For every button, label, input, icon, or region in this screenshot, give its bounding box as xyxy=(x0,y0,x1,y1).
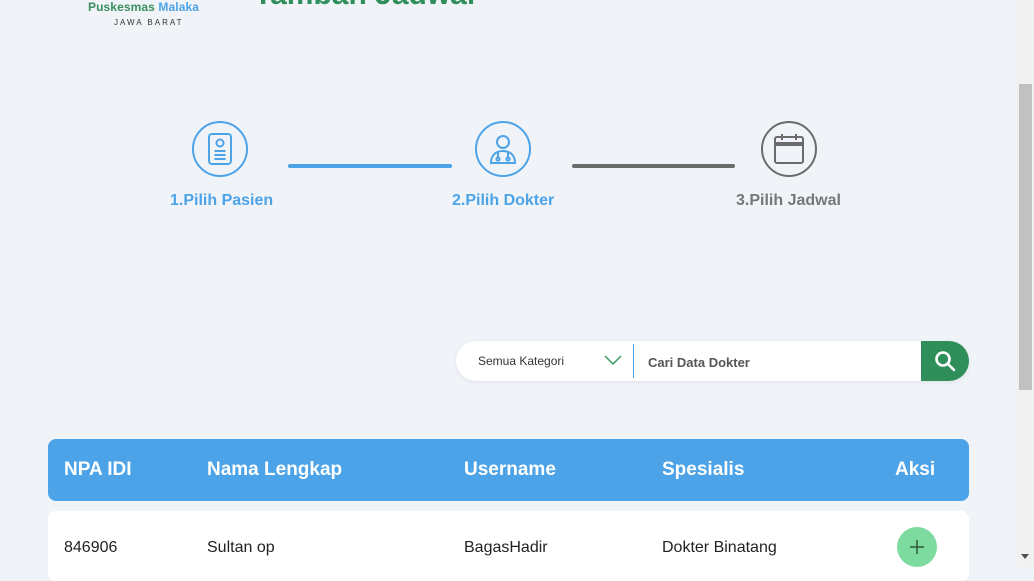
scroll-down-arrow-icon[interactable] xyxy=(1021,554,1029,559)
logo-name-green: Puskesmas xyxy=(88,0,155,14)
step-2-circle xyxy=(475,121,531,177)
page-title: Tambah Jadwal xyxy=(254,0,475,8)
search-bar: Semua Kategori xyxy=(456,341,969,381)
calendar-icon xyxy=(774,134,804,164)
plus-icon xyxy=(910,540,924,554)
search-input[interactable] xyxy=(646,349,920,375)
scrollbar-thumb[interactable] xyxy=(1019,84,1032,390)
cell-spesialis: Dokter Binatang xyxy=(662,539,777,556)
step-3-circle xyxy=(761,121,817,177)
step-2-label: 2.Pilih Dokter xyxy=(452,192,555,209)
table-header: NPA IDI Nama Lengkap Username Spesialis … xyxy=(48,439,969,501)
search-icon xyxy=(935,351,956,372)
table-row: 846906 Sultan op BagasHadir Dokter Binat… xyxy=(48,511,969,581)
logo-name-blue: Malaka xyxy=(158,0,200,14)
step-connector-1 xyxy=(288,164,452,168)
category-select[interactable]: Semua Kategori xyxy=(478,354,564,368)
column-header-aksi: Aksi xyxy=(895,459,936,480)
cell-npa: 846906 xyxy=(64,539,118,556)
column-header-nama: Nama Lengkap xyxy=(207,459,343,480)
cell-username: BagasHadir xyxy=(464,539,548,556)
doctor-icon xyxy=(489,135,517,164)
logo-subtitle: JAWA BARAT xyxy=(114,18,184,27)
chevron-down-icon[interactable] xyxy=(603,353,623,367)
step-connector-2 xyxy=(572,164,735,168)
step-1-label: 1.Pilih Pasien xyxy=(170,192,274,209)
logo-name: Puskesmas Malaka xyxy=(88,0,199,14)
cell-nama: Sultan op xyxy=(207,539,275,556)
column-header-username: Username xyxy=(464,459,556,480)
column-header-spesialis: Spesialis xyxy=(662,459,745,480)
search-button[interactable] xyxy=(921,341,969,381)
page-title-container: Tambah Jadwal xyxy=(254,0,475,8)
search-divider xyxy=(633,344,634,378)
patient-card-icon xyxy=(208,133,232,165)
column-header-npa: NPA IDI xyxy=(64,459,132,480)
step-1-circle xyxy=(192,121,248,177)
step-3-label: 3.Pilih Jadwal xyxy=(736,192,841,209)
add-doctor-button[interactable] xyxy=(897,527,937,567)
